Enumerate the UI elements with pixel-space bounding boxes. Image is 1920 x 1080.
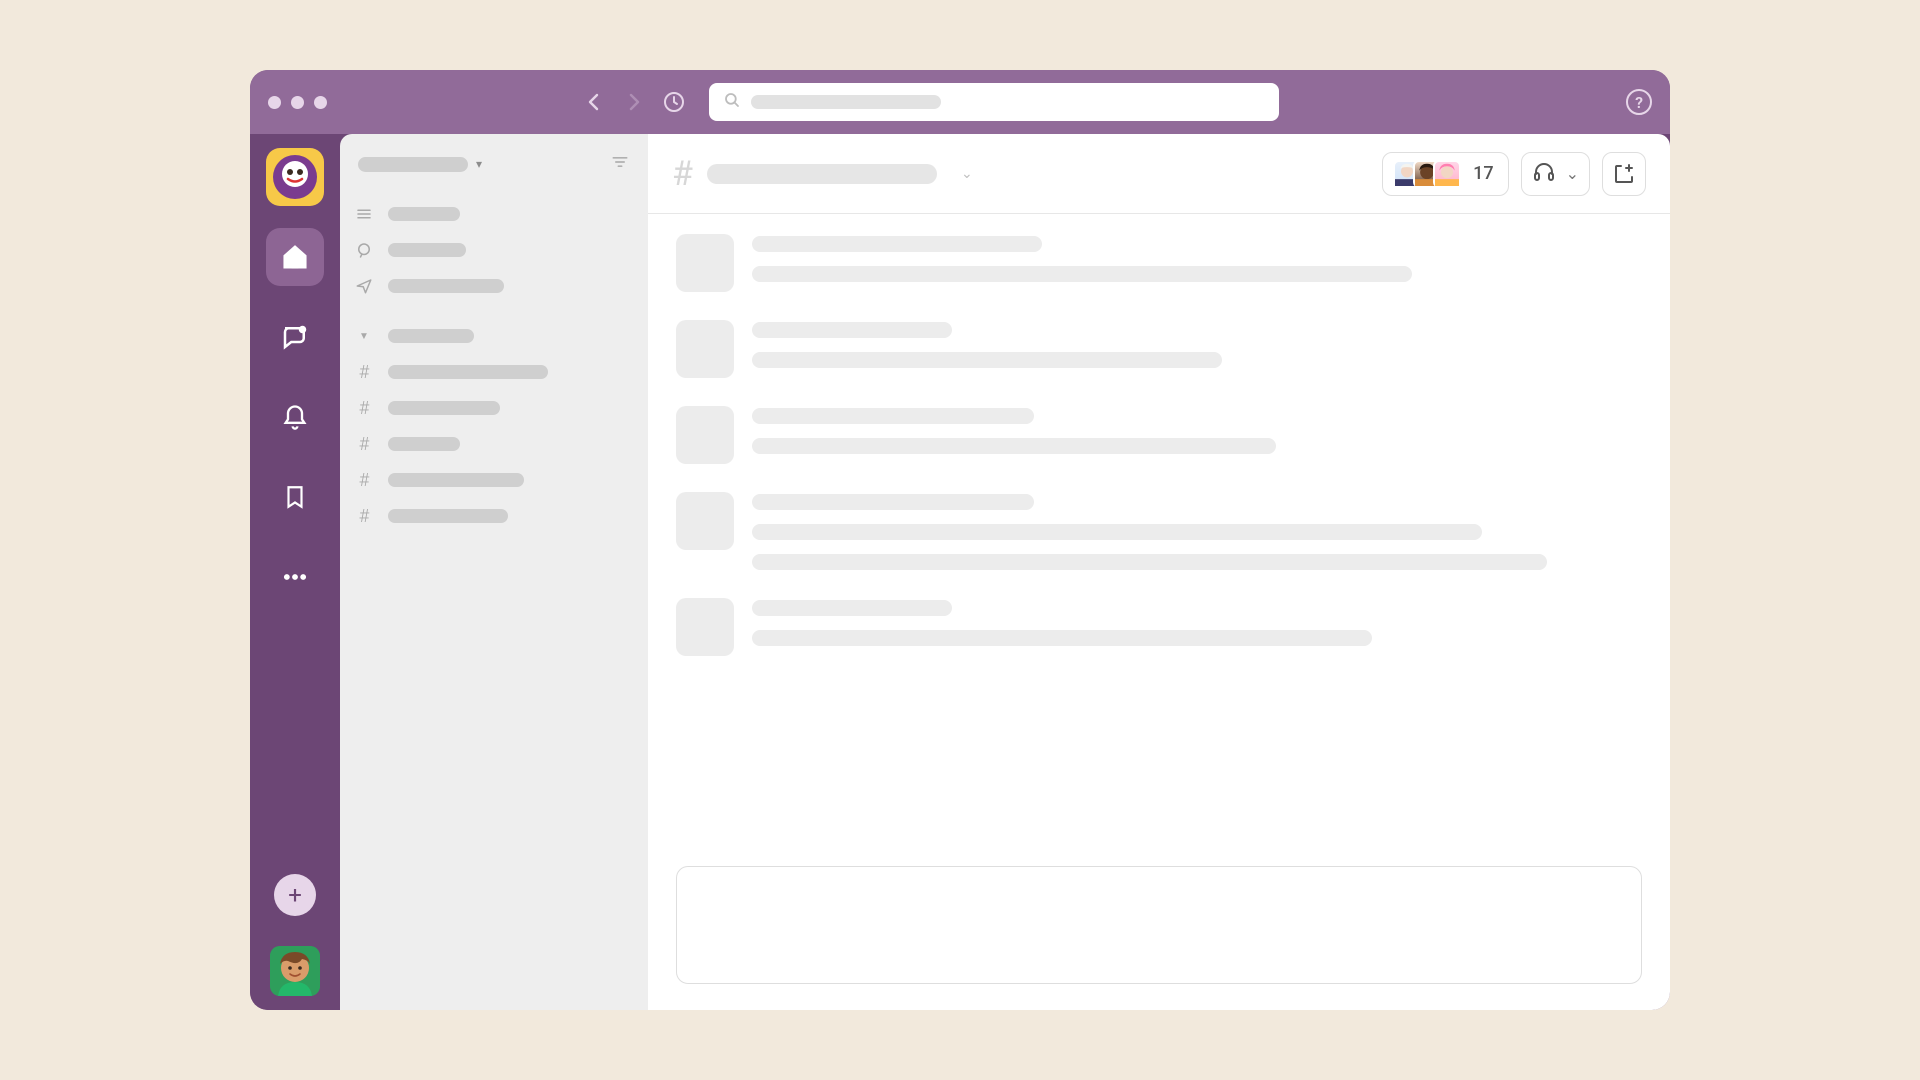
- canvas-button[interactable]: [1602, 152, 1646, 196]
- nav-rail: +: [250, 134, 340, 1010]
- message-line: [752, 600, 952, 616]
- workspace-header[interactable]: ▾: [340, 134, 648, 194]
- message-line: [752, 494, 1034, 510]
- channel-name: [388, 365, 548, 379]
- message-line: [752, 554, 1547, 570]
- message-line: [752, 408, 1034, 424]
- sidebar-nav-item[interactable]: [354, 238, 634, 262]
- hash-icon: #: [354, 470, 374, 491]
- section-label: [388, 329, 474, 343]
- message-avatar: [676, 320, 734, 378]
- avatar: [1433, 160, 1461, 188]
- chevron-down-icon: ⌄: [1566, 164, 1579, 183]
- help-button[interactable]: ?: [1626, 89, 1652, 115]
- composer-area: [648, 866, 1670, 1010]
- message-composer[interactable]: [676, 866, 1642, 984]
- minimize-dot[interactable]: [291, 96, 304, 109]
- thread-icon: [354, 241, 374, 259]
- channel-item[interactable]: #: [354, 396, 634, 420]
- history-nav: [581, 83, 1279, 121]
- hash-icon: #: [354, 362, 374, 383]
- close-dot[interactable]: [268, 96, 281, 109]
- search-icon: [723, 91, 741, 113]
- member-count: 17: [1469, 163, 1497, 184]
- window-controls: [268, 96, 327, 109]
- add-button[interactable]: +: [274, 874, 316, 916]
- channel-item[interactable]: #: [354, 468, 634, 492]
- chevron-down-icon[interactable]: ⌄: [961, 166, 973, 182]
- sidebar-nav-item[interactable]: [354, 274, 634, 298]
- message-line: [752, 438, 1276, 454]
- message-list: [648, 214, 1670, 866]
- history-button[interactable]: [661, 89, 687, 115]
- members-button[interactable]: 17: [1382, 152, 1508, 196]
- user-avatar[interactable]: [270, 946, 320, 996]
- titlebar: ?: [250, 70, 1670, 134]
- nav-item-label: [388, 207, 460, 221]
- message-line: [752, 322, 952, 338]
- message[interactable]: [676, 598, 1642, 656]
- main-panel: # ⌄: [648, 134, 1670, 1010]
- filter-button[interactable]: [610, 152, 630, 176]
- channel-sidebar: ▾ ▼: [340, 134, 648, 1010]
- caret-down-icon: ▼: [354, 331, 374, 342]
- message-line: [752, 630, 1372, 646]
- rail-more[interactable]: [266, 548, 324, 606]
- message[interactable]: [676, 406, 1642, 464]
- workspace-switcher[interactable]: [266, 148, 324, 206]
- chevron-down-icon: ▾: [476, 157, 482, 171]
- message-avatar: [676, 406, 734, 464]
- hash-icon: #: [672, 154, 693, 194]
- forward-button[interactable]: [621, 89, 647, 115]
- body: + ▾: [250, 134, 1670, 1010]
- headphones-icon: [1532, 160, 1556, 188]
- send-icon: [354, 277, 374, 295]
- member-avatars: [1393, 160, 1461, 188]
- message-line: [752, 266, 1412, 282]
- channel-title[interactable]: [707, 164, 937, 184]
- rail-later[interactable]: [266, 468, 324, 526]
- rail-home[interactable]: [266, 228, 324, 286]
- rail-dms[interactable]: [266, 308, 324, 366]
- search-placeholder: [751, 95, 941, 109]
- message[interactable]: [676, 492, 1642, 570]
- search-input[interactable]: [709, 83, 1279, 121]
- channel-name: [388, 473, 524, 487]
- channel-name: [388, 509, 508, 523]
- message-line: [752, 352, 1222, 368]
- channel-name: [388, 401, 500, 415]
- channel-item[interactable]: #: [354, 432, 634, 456]
- hash-icon: #: [354, 506, 374, 527]
- channel-header: # ⌄: [648, 134, 1670, 214]
- nav-item-label: [388, 279, 504, 293]
- message-avatar: [676, 492, 734, 550]
- app-window: ?: [250, 70, 1670, 1010]
- message-avatar: [676, 598, 734, 656]
- message[interactable]: [676, 234, 1642, 292]
- back-button[interactable]: [581, 89, 607, 115]
- message-line: [752, 236, 1042, 252]
- channel-name: [388, 437, 460, 451]
- list-icon: [354, 205, 374, 223]
- hash-icon: #: [354, 434, 374, 455]
- rail-activity[interactable]: [266, 388, 324, 446]
- message-avatar: [676, 234, 734, 292]
- message-line: [752, 524, 1482, 540]
- workspace-name: [358, 157, 468, 172]
- hash-icon: #: [354, 398, 374, 419]
- sidebar-nav-item[interactable]: [354, 202, 634, 226]
- maximize-dot[interactable]: [314, 96, 327, 109]
- message[interactable]: [676, 320, 1642, 378]
- sidebar-section-header[interactable]: ▼: [354, 324, 634, 348]
- nav-item-label: [388, 243, 466, 257]
- channel-item[interactable]: #: [354, 504, 634, 528]
- channel-item[interactable]: #: [354, 360, 634, 384]
- huddle-button[interactable]: ⌄: [1521, 152, 1590, 196]
